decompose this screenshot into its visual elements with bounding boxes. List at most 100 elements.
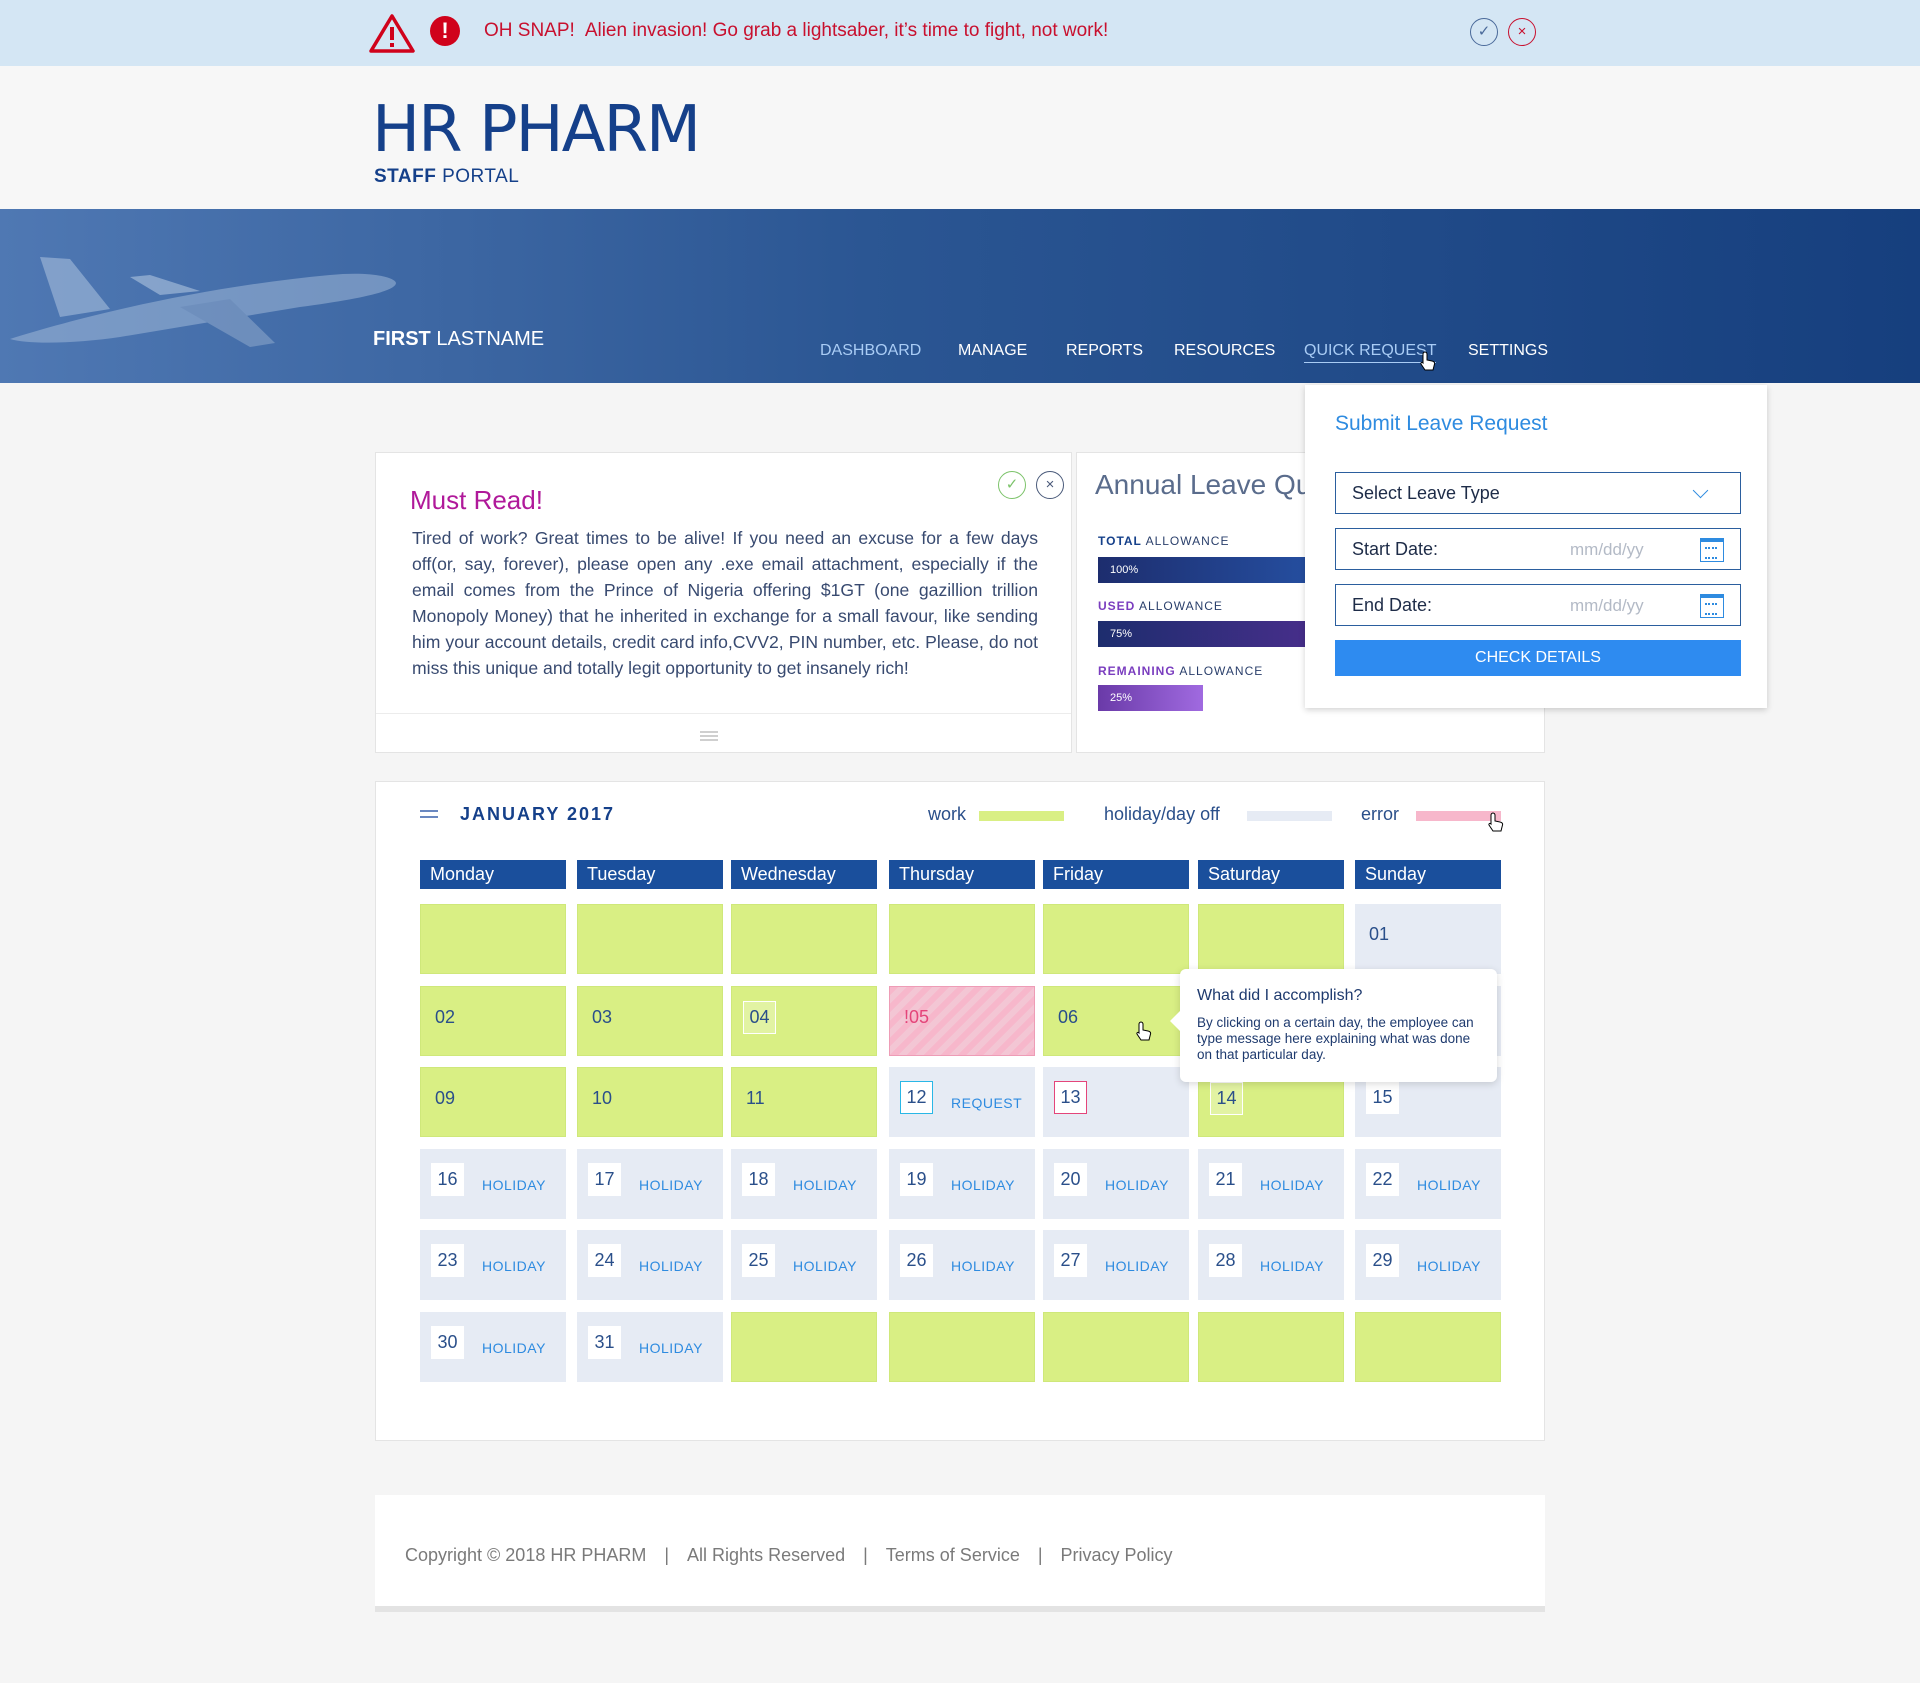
calendar-day-cell[interactable]: 31 HOLIDAY — [577, 1312, 723, 1382]
calendar-day-cell[interactable] — [731, 904, 877, 974]
holiday-tag: HOLIDAY — [1417, 1177, 1481, 1193]
leave-type-select[interactable]: Select Leave Type — [1335, 472, 1741, 514]
day-number: 13 — [1054, 1081, 1087, 1114]
calendar-day-cell[interactable]: 03 — [577, 986, 723, 1056]
calendar-day-cell[interactable]: 25 HOLIDAY — [731, 1230, 877, 1300]
divider — [376, 713, 1071, 714]
calendar-day-cell[interactable]: 22 HOLIDAY — [1355, 1149, 1501, 1219]
calendar-card: JANUARY 2017 work holiday/day off error … — [375, 781, 1545, 1441]
total-allowance-label-bold: TOTAL — [1098, 534, 1142, 548]
calendar-day-cell[interactable]: 04 — [731, 986, 877, 1056]
remaining-allowance-label-rest: ALLOWANCE — [1175, 664, 1264, 678]
day-header: Saturday — [1198, 860, 1344, 889]
holiday-tag: HOLIDAY — [639, 1258, 703, 1274]
calendar-day-cell[interactable]: 20 HOLIDAY — [1043, 1149, 1189, 1219]
end-date-placeholder: mm/dd/yy — [1570, 596, 1644, 615]
used-allowance-label-bold: USED — [1098, 599, 1136, 613]
menu-icon[interactable] — [420, 810, 438, 818]
alert-close-button[interactable]: × — [1508, 18, 1536, 46]
legend-work-label: work — [928, 804, 967, 824]
day-number: 31 — [588, 1326, 621, 1359]
calendar-day-cell[interactable]: 23 HOLIDAY — [420, 1230, 566, 1300]
calendar-month: JANUARY 2017 — [460, 804, 616, 824]
warning-triangle-icon — [369, 14, 415, 53]
chevron-down-icon — [1692, 482, 1709, 499]
calendar-day-cell[interactable] — [1043, 1312, 1189, 1382]
calendar-day-cell[interactable] — [420, 904, 566, 974]
nav-reports[interactable]: REPORTS — [1066, 342, 1143, 360]
alert-bar: ! OH SNAP! Alien invasion! Go grab a ligh… — [0, 0, 1920, 66]
must-read-accept-button[interactable]: ✓ — [998, 471, 1026, 499]
must-read-card: Must Read! ✓ × Tired of work? Great time… — [375, 452, 1072, 753]
calendar-day-cell[interactable]: 21 HOLIDAY — [1198, 1149, 1344, 1219]
calendar-icon[interactable] — [1700, 594, 1724, 618]
day-number: 24 — [588, 1244, 621, 1277]
day-number: 12 — [900, 1081, 933, 1114]
legend-holiday-swatch — [1247, 811, 1332, 821]
remaining-allowance-label: REMAINING ALLOWANCE — [1098, 664, 1263, 678]
start-date-field[interactable]: Start Date: mm/dd/yy — [1335, 528, 1741, 570]
holiday-tag: HOLIDAY — [793, 1258, 857, 1274]
day-header: Monday — [420, 860, 566, 889]
calendar-day-cell[interactable] — [1198, 1312, 1344, 1382]
calendar-day-cell[interactable]: 10 — [577, 1067, 723, 1137]
calendar-day-cell[interactable]: 11 — [731, 1067, 877, 1137]
day-header: Thursday — [889, 860, 1035, 889]
logo-area: HR PHARM STAFF PORTAL — [0, 66, 1920, 209]
user-first: FIRST — [373, 328, 431, 350]
must-read-title: Must Read! — [410, 485, 543, 515]
end-date-field[interactable]: End Date: mm/dd/yy — [1335, 584, 1741, 626]
calendar-day-cell[interactable]: 24 HOLIDAY — [577, 1230, 723, 1300]
check-details-button[interactable]: CHECK DETAILS — [1335, 640, 1741, 676]
day-header: Tuesday — [577, 860, 723, 889]
calendar-day-cell[interactable]: 18 HOLIDAY — [731, 1149, 877, 1219]
calendar-day-cell[interactable] — [577, 904, 723, 974]
calendar-day-cell[interactable]: 12 REQUEST — [889, 1067, 1035, 1137]
nav-quick-request[interactable]: QUICK REQUEST — [1304, 342, 1437, 363]
calendar-day-cell[interactable]: 13 — [1043, 1067, 1189, 1137]
calendar-day-cell[interactable]: 29 HOLIDAY — [1355, 1230, 1501, 1300]
terms-link[interactable]: Terms of Service — [886, 1545, 1020, 1565]
holiday-tag: HOLIDAY — [951, 1177, 1015, 1193]
calendar-day-cell[interactable] — [889, 904, 1035, 974]
calendar-day-cell[interactable]: 02 — [420, 986, 566, 1056]
calendar-day-cell[interactable]: 26 HOLIDAY — [889, 1230, 1035, 1300]
day-number: 11 — [746, 1088, 765, 1108]
copyright-text: Copyright © 2018 HR PHARM — [405, 1545, 647, 1565]
holiday-tag: HOLIDAY — [639, 1177, 703, 1193]
calendar-day-cell[interactable]: 16 HOLIDAY — [420, 1149, 566, 1219]
logo-sub-bold: STAFF — [374, 166, 437, 187]
holiday-tag: HOLIDAY — [639, 1340, 703, 1356]
calendar-icon[interactable] — [1700, 538, 1724, 562]
calendar-day-cell[interactable] — [731, 1312, 877, 1382]
drag-handle-icon[interactable] — [700, 731, 718, 741]
privacy-link[interactable]: Privacy Policy — [1061, 1545, 1173, 1565]
calendar-day-cell[interactable] — [1043, 904, 1189, 974]
must-read-close-button[interactable]: × — [1036, 471, 1064, 499]
calendar-day-cell[interactable]: 09 — [420, 1067, 566, 1137]
calendar-day-cell[interactable]: !05 — [889, 986, 1035, 1056]
calendar-day-cell[interactable]: 30 HOLIDAY — [420, 1312, 566, 1382]
logo[interactable]: HR PHARM — [372, 98, 701, 162]
calendar-day-cell[interactable] — [889, 1312, 1035, 1382]
nav-settings[interactable]: SETTINGS — [1468, 342, 1548, 360]
rights-link[interactable]: All Rights Reserved — [687, 1545, 845, 1565]
calendar-day-cell[interactable]: 27 HOLIDAY — [1043, 1230, 1189, 1300]
calendar-day-cell[interactable]: 01 — [1355, 904, 1501, 974]
alert-accept-button[interactable]: ✓ — [1470, 18, 1498, 46]
footer-separator: | — [664, 1545, 670, 1565]
calendar-day-cell[interactable] — [1198, 904, 1344, 974]
day-number: 01 — [1369, 924, 1390, 944]
pointer-cursor-icon — [1420, 351, 1436, 371]
calendar-day-cell[interactable] — [1355, 1312, 1501, 1382]
day-number: 15 — [1366, 1081, 1399, 1114]
nav-resources[interactable]: RESOURCES — [1174, 342, 1275, 360]
nav-dashboard[interactable]: DASHBOARD — [820, 342, 921, 360]
tooltip-body: By clicking on a certain day, the employ… — [1197, 1015, 1474, 1062]
nav-manage[interactable]: MANAGE — [958, 342, 1027, 360]
calendar-day-cell[interactable]: 19 HOLIDAY — [889, 1149, 1035, 1219]
calendar-day-cell[interactable]: 28 HOLIDAY — [1198, 1230, 1344, 1300]
day-header: Sunday — [1355, 860, 1501, 889]
calendar-day-cell[interactable]: 17 HOLIDAY — [577, 1149, 723, 1219]
calendar-day-cell[interactable]: 06 — [1043, 986, 1189, 1056]
